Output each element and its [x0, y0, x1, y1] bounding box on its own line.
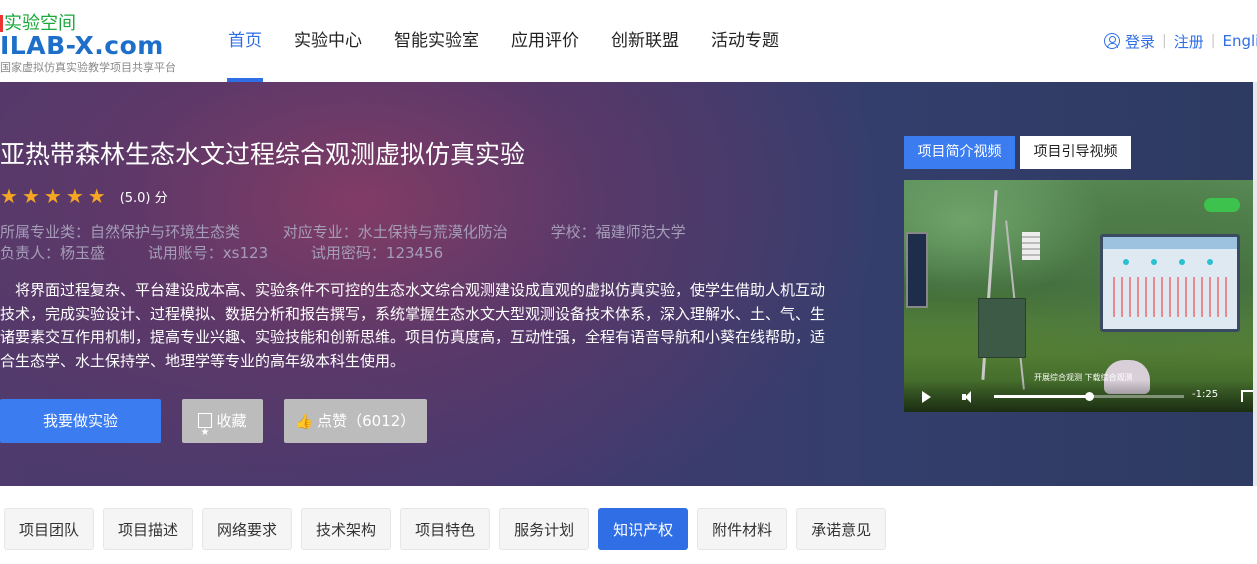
favorite-button[interactable]: 收藏: [182, 399, 263, 455]
user-icon: [1104, 33, 1120, 49]
tab-guide-video[interactable]: 项目引导视频: [1020, 136, 1131, 169]
meta-trial-account: 试用账号：xs123: [147, 244, 269, 262]
project-title: 亚热带森林生态水文过程综合观测虚拟仿真实验: [0, 140, 526, 169]
play-icon[interactable]: [922, 391, 931, 403]
tab-ip[interactable]: 知识产权: [598, 508, 689, 550]
star-icon: ★: [0, 184, 18, 208]
rating: ★ ★ ★ ★ ★ (5.0) 分: [0, 186, 168, 206]
register-link[interactable]: 注册: [1174, 31, 1204, 52]
divider: |: [1162, 33, 1167, 49]
meta-trial-password: 试用密码：123456: [310, 244, 444, 262]
site-logo[interactable]: 实验空间 ILAB-X.com 国家虚拟仿真实验教学项目共享平台: [0, 12, 200, 74]
nav-events[interactable]: 活动专题: [695, 0, 795, 82]
site-header: 实验空间 ILAB-X.com 国家虚拟仿真实验教学项目共享平台 首页 实验中心…: [0, 0, 1257, 82]
progress-handle[interactable]: [1085, 392, 1094, 401]
project-hero: 亚热带森林生态水文过程综合观测虚拟仿真实验 ★ ★ ★ ★ ★ (5.0) 分 …: [0, 82, 1253, 486]
user-area: 登录 | 注册 | Engli: [1104, 30, 1257, 52]
thumbs-up-icon: 👍: [295, 414, 314, 430]
tab-commitment[interactable]: 承诺意见: [796, 508, 887, 550]
logo-main-text: ILAB-X.com: [0, 31, 164, 60]
project-meta-line2: 负责人：杨玉盛 试用账号：xs123 试用密码：123456: [0, 243, 481, 263]
scene-sensor: [1022, 232, 1040, 260]
page-scrollbar[interactable]: [1253, 82, 1257, 486]
scene-equipment-box: [978, 298, 1026, 358]
nav-experiment-center[interactable]: 实验中心: [278, 0, 378, 82]
tab-service-plan[interactable]: 服务计划: [499, 508, 590, 550]
logo-subtitle: 国家虚拟仿真实验教学项目共享平台: [0, 61, 176, 74]
meta-major: 对应专业：水土保持与荒漠化防治: [282, 223, 508, 241]
scene-data-screen: [1100, 234, 1240, 332]
bookmark-icon: [198, 411, 213, 455]
video-player[interactable]: 开展综合观测 下载综合观测 -1:25: [904, 180, 1253, 412]
volume-icon[interactable]: [962, 391, 974, 403]
solar-panel-scene: [906, 232, 928, 308]
fullscreen-icon[interactable]: [1241, 390, 1253, 402]
star-icon: ★: [87, 184, 106, 208]
video-progress-bar[interactable]: [994, 392, 1184, 401]
nav-smart-lab[interactable]: 智能实验室: [378, 0, 495, 82]
tab-description[interactable]: 项目描述: [103, 508, 194, 550]
language-link[interactable]: Engli: [1222, 32, 1257, 50]
tab-intro-video[interactable]: 项目简介视频: [904, 136, 1015, 169]
main-nav: 首页 实验中心 智能实验室 应用评价 创新联盟 活动专题: [212, 0, 795, 82]
tab-attachments[interactable]: 附件材料: [697, 508, 788, 550]
tab-features[interactable]: 项目特色: [400, 508, 491, 550]
video-time: -1:25: [1192, 389, 1219, 400]
scene-green-button: [1204, 198, 1240, 212]
meta-school: 学校：福建师范大学: [550, 223, 686, 241]
nav-alliance[interactable]: 创新联盟: [595, 0, 695, 82]
star-icon: ★: [65, 184, 84, 208]
login-link[interactable]: 登录: [1125, 31, 1155, 52]
star-icon: ★: [43, 184, 62, 208]
like-button[interactable]: 👍 点赞（6012）: [284, 399, 427, 443]
project-meta-line1: 所属专业类：自然保护与环境生态类 对应专业：水土保持与荒漠化防治 学校：福建师范…: [0, 222, 724, 242]
rating-score: (5.0) 分: [119, 190, 168, 206]
tab-network[interactable]: 网络要求: [202, 508, 293, 550]
nav-home[interactable]: 首页: [212, 0, 278, 82]
tab-architecture[interactable]: 技术架构: [301, 508, 392, 550]
meta-category: 所属专业类：自然保护与环境生态类: [0, 223, 241, 241]
detail-tabs: 项目团队 项目描述 网络要求 技术架构 项目特色 服务计划 知识产权 附件材料 …: [4, 508, 895, 550]
tab-team[interactable]: 项目团队: [4, 508, 95, 550]
divider: |: [1210, 33, 1216, 49]
star-icon: ★: [21, 184, 40, 208]
project-description: 将界面过程复杂、平台建设成本高、实验条件不可控的生态水文综合观测建设成直观的虚拟…: [0, 281, 826, 370]
nav-evaluation[interactable]: 应用评价: [495, 0, 595, 82]
do-experiment-button[interactable]: 我要做实验: [0, 399, 161, 443]
meta-leader: 负责人：杨玉盛: [0, 244, 106, 262]
video-controls: -1:25: [904, 380, 1253, 412]
